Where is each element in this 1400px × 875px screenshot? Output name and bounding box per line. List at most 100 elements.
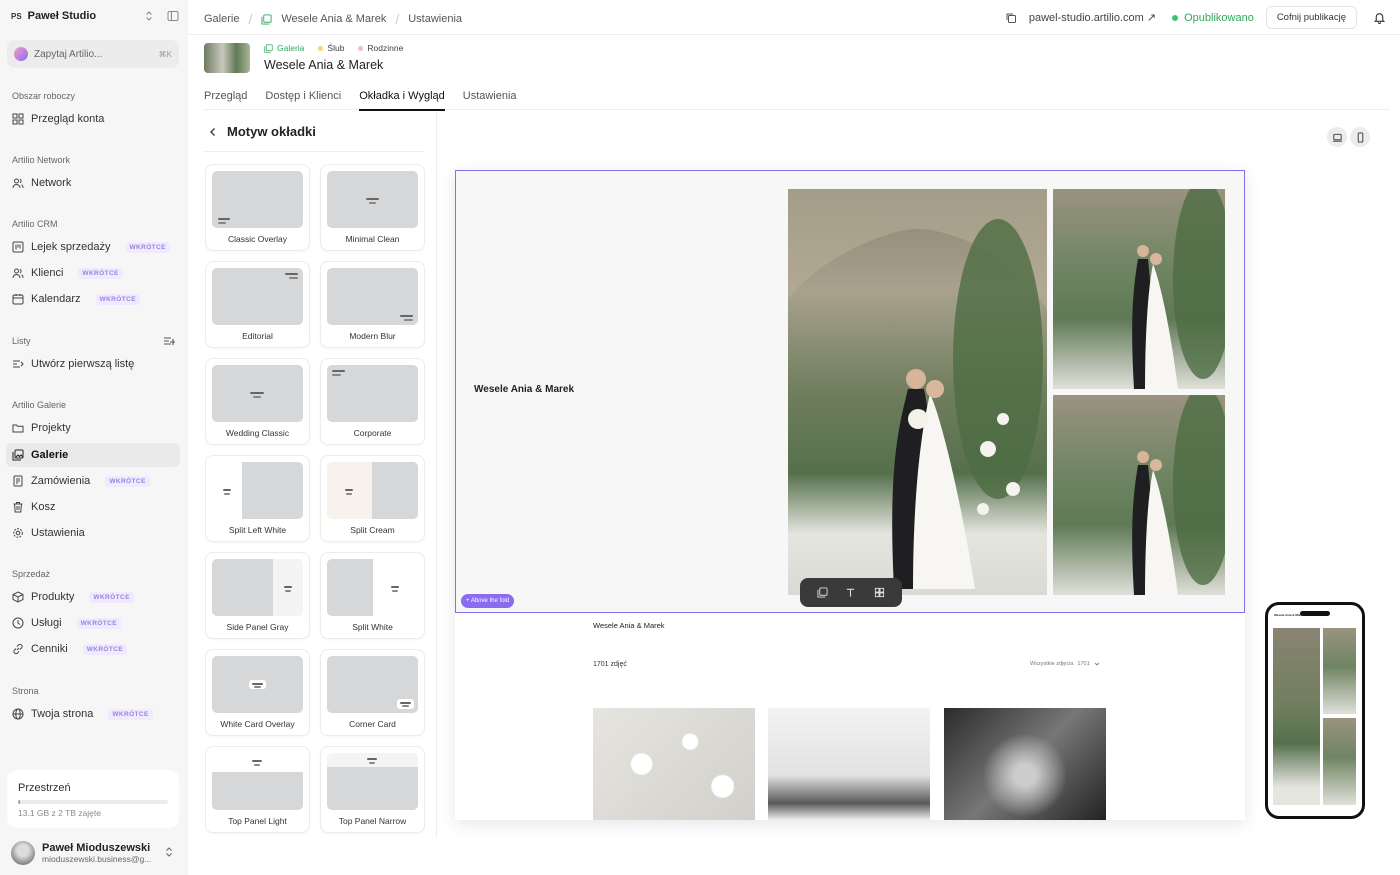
link-icon (13, 643, 23, 655)
bell-icon[interactable] (1373, 11, 1386, 24)
sidebar-item-label: Network (31, 177, 72, 189)
cover-photo-bottom[interactable] (1053, 395, 1225, 595)
tab-settings[interactable]: Ustawienia (463, 84, 517, 110)
top-bar: Galerie / Wesele Ania & Marek / Ustawien… (188, 0, 1400, 35)
sidebar-item-create-list[interactable]: Utwórz pierwszą listę (6, 352, 180, 376)
chevron-down-icon (1094, 661, 1100, 667)
cover-photo-top[interactable] (1053, 189, 1225, 389)
sidebar-item-label: Lejek sprzedaży (31, 241, 111, 253)
tab-access[interactable]: Dostęp i Klienci (265, 84, 341, 110)
tag-dot (318, 45, 324, 51)
theme-card-top-panel-narrow[interactable]: Top Panel Narrow (320, 746, 425, 833)
sidebar-item-funnel[interactable]: Lejek sprzedaży WKRÓTCE (6, 235, 180, 259)
gallery-thumb-tent[interactable] (768, 708, 930, 820)
sidebar-item-products[interactable]: Produkty WKRÓTCE (6, 585, 180, 609)
gallery-body-title: Wesele Ania & Marek (593, 621, 665, 630)
breadcrumb-galleries[interactable]: Galerie (204, 13, 239, 25)
section-crm: Artilio CRM (12, 219, 58, 229)
cover-photo-main[interactable] (788, 189, 1047, 595)
mobile-view-button[interactable] (1350, 127, 1370, 147)
theme-card-split-cream[interactable]: Split Cream (320, 455, 425, 542)
ai-orb-icon (14, 47, 28, 61)
sidebar-item-overview[interactable]: Przegląd konta (6, 107, 180, 131)
theme-preview (327, 268, 418, 325)
gallery-icon (12, 449, 24, 461)
theme-card-corporate[interactable]: Corporate (320, 358, 425, 445)
filter-label: Wszystkie zdjęcia (1030, 661, 1074, 667)
theme-card-split-left-white[interactable]: Split Left White (205, 455, 310, 542)
tag-family: Rodzinne (358, 43, 403, 53)
sidebar-item-label: Cenniki (31, 643, 68, 655)
replace-image-icon[interactable] (817, 587, 828, 598)
back-chevron-icon[interactable] (208, 127, 218, 137)
theme-panel: Motyw okładki Classic Overlay Minimal Cl… (188, 112, 437, 837)
theme-preview (212, 753, 303, 810)
globe-icon (12, 708, 24, 720)
theme-card-modern-blur[interactable]: Modern Blur (320, 261, 425, 348)
avatar (11, 841, 35, 865)
sidebar-item-site[interactable]: Twoja strona WKRÓTCE (6, 702, 180, 726)
sidebar-item-services[interactable]: Usługi WKRÓTCE (6, 611, 180, 635)
tab-cover[interactable]: Okładka i Wygląd (359, 84, 445, 111)
theme-card-minimal-clean[interactable]: Minimal Clean (320, 164, 425, 251)
tab-overview[interactable]: Przegląd (204, 84, 247, 110)
unpublish-button[interactable]: Cofnij publikację (1265, 6, 1357, 29)
sidebar-item-network[interactable]: Network (6, 171, 180, 195)
ask-artilio-search[interactable]: Zapytaj Artilio... ⌘K (7, 40, 179, 68)
text-icon[interactable] (845, 587, 856, 598)
theme-preview (212, 462, 303, 519)
chevron-updown-icon[interactable] (143, 10, 155, 22)
sidebar-item-galleries[interactable]: Galerie (6, 443, 180, 467)
cover-hero[interactable]: Wesele Ania & Marek + Above the fold (455, 170, 1245, 613)
sidebar-item-label: Ustawienia (31, 527, 85, 539)
theme-card-top-panel-light[interactable]: Top Panel Light (205, 746, 310, 833)
theme-preview (327, 171, 418, 228)
theme-preview (327, 365, 418, 422)
soon-badge: WKRÓTCE (89, 591, 134, 603)
breadcrumb-gallery[interactable]: Wesele Ania & Marek (281, 13, 386, 25)
sidebar-item-settings[interactable]: Ustawienia (6, 521, 180, 545)
theme-label: Top Panel Light (228, 816, 287, 826)
phone-icon (1357, 131, 1363, 143)
theme-card-side-panel-gray[interactable]: Side Panel Gray (205, 552, 310, 639)
hero-title[interactable]: Wesele Ania & Marek (474, 384, 574, 395)
theme-card-white-card-overlay[interactable]: White Card Overlay (205, 649, 310, 736)
breadcrumb-current: Ustawienia (408, 13, 463, 25)
theme-label: White Card Overlay (220, 719, 295, 729)
soon-badge: WKRÓTCE (78, 267, 123, 279)
section-galleries: Artilio Galerie (12, 400, 67, 410)
theme-label: Corner Card (349, 719, 396, 729)
desktop-view-button[interactable] (1327, 127, 1347, 147)
sidebar-item-label: Klienci (31, 267, 64, 279)
tab-bar: Przegląd Dostęp i Klienci Okładka i Wygl… (204, 84, 1390, 111)
theme-preview (212, 171, 303, 228)
users-icon (12, 178, 24, 189)
cover-toolbar (800, 578, 902, 607)
grid-icon (12, 113, 24, 125)
sidebar-item-pricing[interactable]: Cenniki WKRÓTCE (6, 637, 180, 661)
theme-label: Wedding Classic (225, 428, 290, 438)
layout-icon[interactable] (874, 587, 885, 598)
soon-badge: WKRÓTCE (125, 241, 170, 253)
theme-card-classic-overlay[interactable]: Classic Overlay (205, 164, 310, 251)
theme-card-split-white[interactable]: Split White (320, 552, 425, 639)
sidebar-item-orders[interactable]: Zamówienia WKRÓTCE (6, 469, 180, 493)
sidebar-item-trash[interactable]: Kosz (6, 495, 180, 519)
theme-card-corner-card[interactable]: Corner Card (320, 649, 425, 736)
gallery-thumb-tree[interactable] (944, 708, 1106, 820)
site-url-link[interactable]: pawel-studio.artilio.com ↗ (1029, 11, 1156, 24)
collapse-sidebar-icon[interactable] (167, 10, 179, 22)
theme-card-wedding-classic[interactable]: Wedding Classic (205, 358, 310, 445)
sidebar-item-calendar[interactable]: Kalendarz WKRÓTCE (6, 287, 180, 311)
add-list-icon[interactable] (163, 335, 175, 347)
filter-dropdown[interactable]: Wszystkie zdjęcia 1701 (1030, 661, 1100, 667)
theme-preview (212, 365, 303, 422)
gallery-thumb-flowers[interactable] (593, 708, 755, 820)
theme-card-editorial[interactable]: Editorial (205, 261, 310, 348)
sidebar-item-clients[interactable]: Klienci WKRÓTCE (6, 261, 180, 285)
sidebar-item-projects[interactable]: Projekty (6, 416, 180, 440)
user-menu[interactable]: Paweł Mioduszewski mioduszewski.business… (11, 838, 179, 868)
copy-link-icon[interactable] (1005, 12, 1017, 24)
workspace-switcher[interactable]: PS Paweł Studio (11, 10, 181, 22)
mobile-cover-photo-main (1273, 628, 1320, 805)
